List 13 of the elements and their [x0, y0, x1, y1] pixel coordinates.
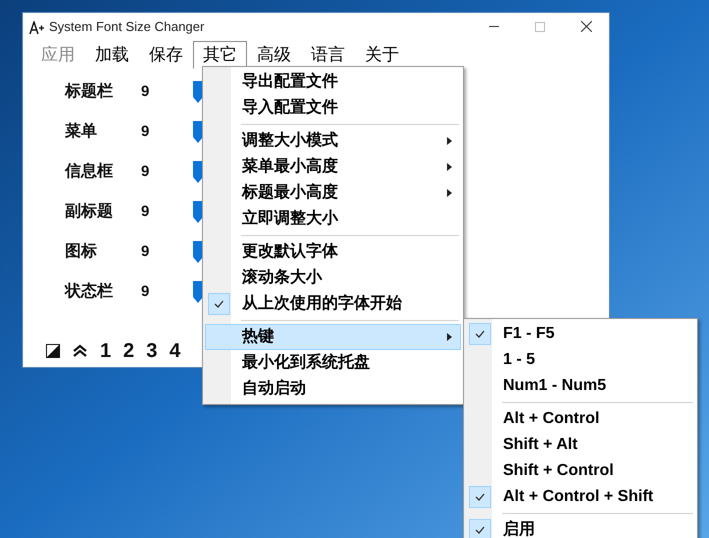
- font-size-value: 9: [141, 242, 150, 262]
- font-size-value: 9: [141, 122, 150, 142]
- font-size-value: 9: [141, 282, 150, 302]
- font-size-value: 9: [141, 202, 150, 222]
- font-size-value: 9: [141, 82, 150, 102]
- font-element-label: 信息框: [65, 162, 114, 182]
- font-size-value: 9: [141, 162, 150, 182]
- font-element-label: 状态栏: [65, 281, 114, 302]
- window-title: System Font Size Changer: [49, 18, 204, 36]
- font-element-label: 菜单: [65, 122, 98, 142]
- font-element-label: 图标: [65, 242, 98, 262]
- font-element-label: 副标题: [65, 202, 114, 222]
- font-element-label: 标题栏: [65, 82, 114, 102]
